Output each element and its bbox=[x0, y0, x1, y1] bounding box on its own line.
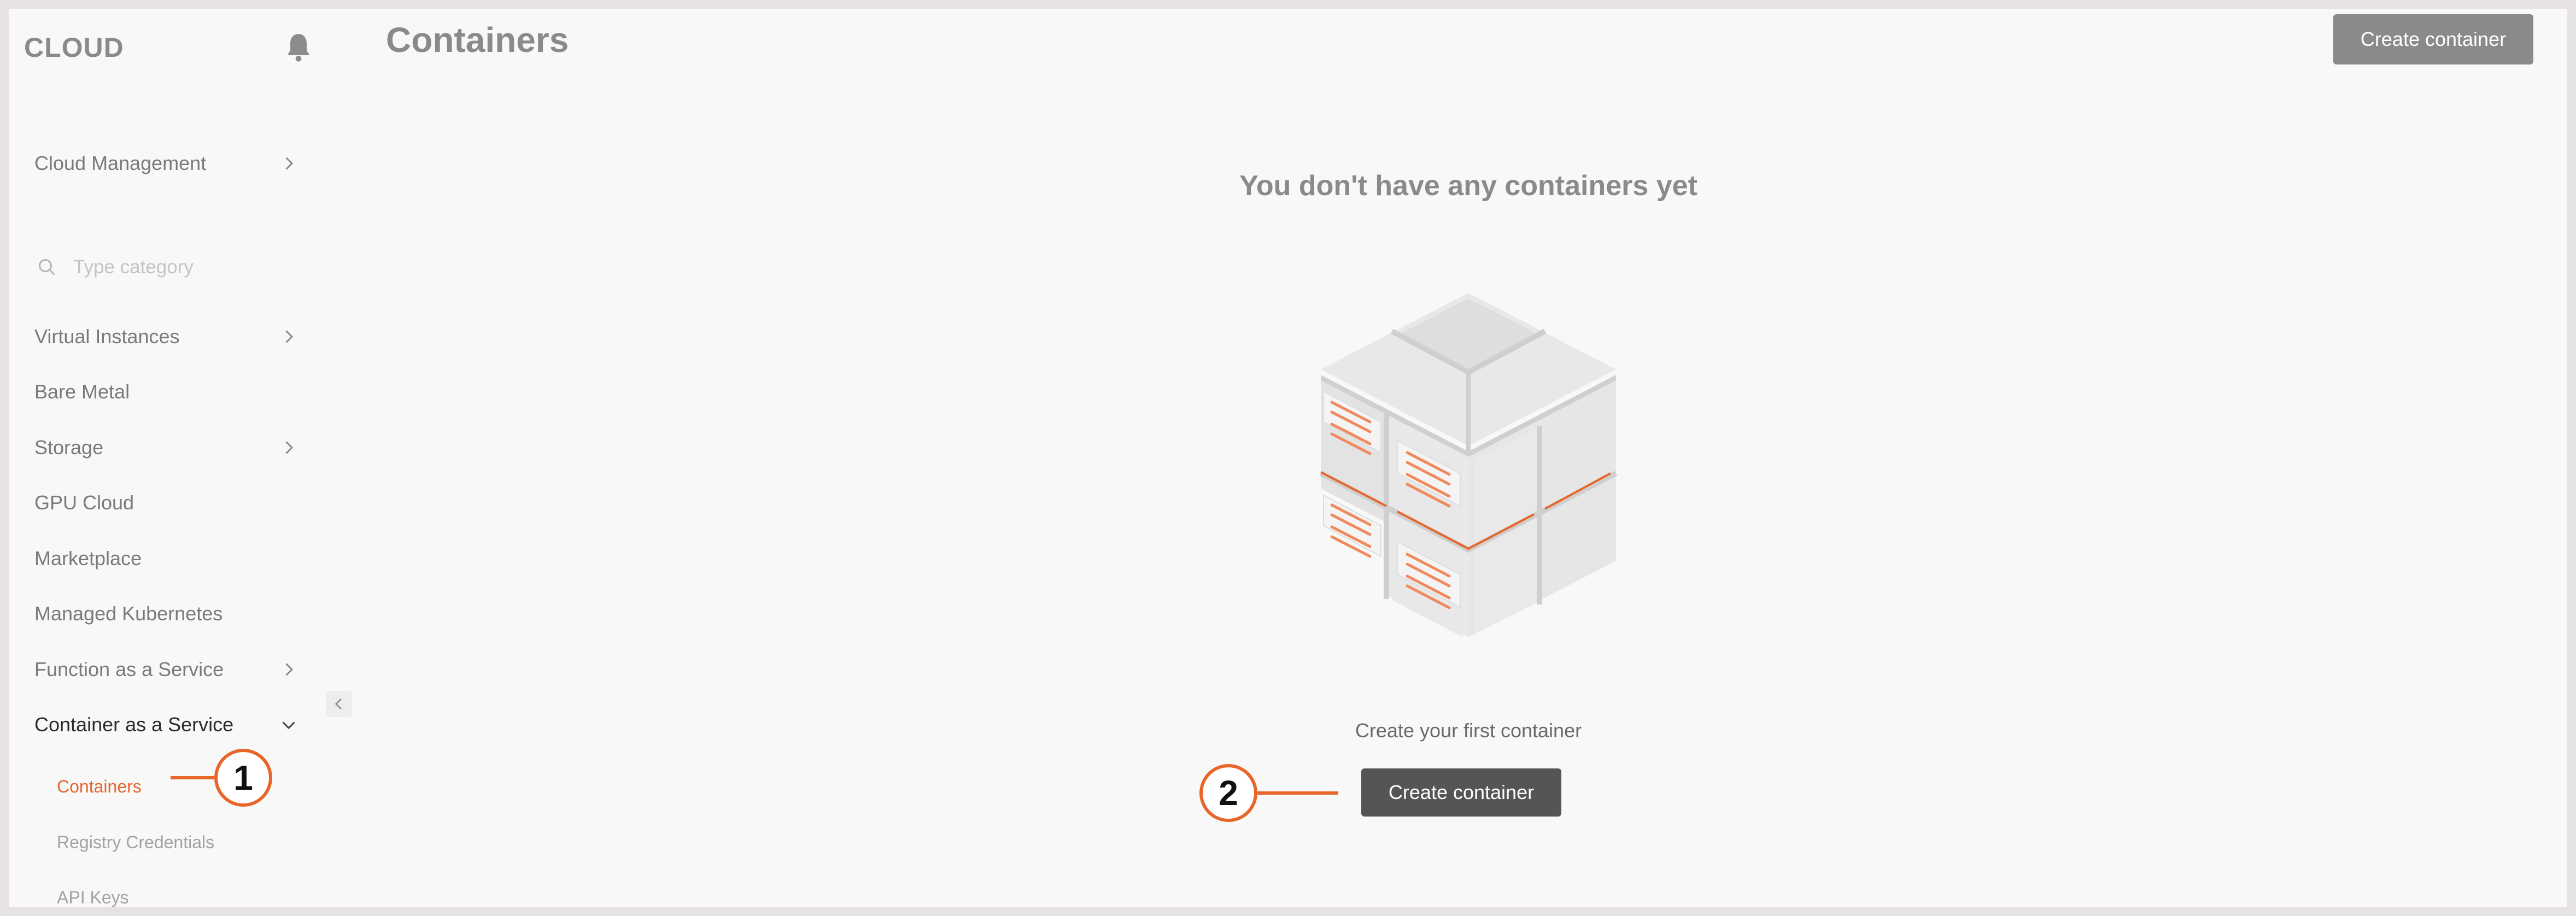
sidebar-item-label: Managed Kubernetes bbox=[34, 602, 223, 625]
sidebar-item-label: Virtual Instances bbox=[34, 325, 180, 348]
sidebar-item-label: Cloud Management bbox=[34, 152, 207, 174]
callout-2: 2 bbox=[1199, 764, 1338, 822]
callout-number: 1 bbox=[214, 749, 272, 807]
chevron-right-icon bbox=[285, 157, 294, 170]
chevron-right-icon bbox=[285, 441, 294, 454]
callout-line bbox=[171, 776, 214, 779]
sidebar-item-managed-kubernetes[interactable]: Managed Kubernetes bbox=[34, 595, 308, 633]
chevron-down-icon bbox=[282, 721, 295, 730]
sidebar-item-label: Function as a Service bbox=[34, 658, 224, 680]
sidebar-item-label: Container as a Service bbox=[34, 713, 234, 736]
sidebar-subitem-registry-credentials[interactable]: Registry Credentials bbox=[57, 826, 214, 859]
chevron-right-icon bbox=[285, 330, 294, 343]
chevron-left-icon bbox=[335, 698, 342, 710]
app-logo: CLOUD bbox=[24, 32, 124, 63]
sidebar-item-label: Storage bbox=[34, 436, 104, 459]
sidebar-item-container-as-a-service[interactable]: Container as a Service bbox=[34, 706, 308, 744]
sidebar-item-label: Marketplace bbox=[34, 547, 142, 569]
search-icon bbox=[39, 259, 55, 275]
category-search bbox=[31, 249, 304, 285]
sidebar-item-virtual-instances[interactable]: Virtual Instances bbox=[34, 318, 308, 356]
create-container-button[interactable]: Create container bbox=[1361, 768, 1561, 817]
chevron-right-icon bbox=[285, 663, 294, 676]
callout-line bbox=[1257, 791, 1338, 795]
sidebar-item-marketplace[interactable]: Marketplace bbox=[34, 539, 308, 578]
sidebar-item-storage[interactable]: Storage bbox=[34, 428, 308, 467]
sidebar-subitem-containers[interactable]: Containers bbox=[57, 770, 142, 803]
callout-1: 1 bbox=[171, 749, 272, 807]
sidebar-subitem-api-keys[interactable]: API Keys bbox=[57, 881, 129, 907]
containers-cube-illustration bbox=[1319, 293, 1618, 637]
sidebar-item-gpu-cloud[interactable]: GPU Cloud bbox=[34, 484, 308, 522]
sidebar-item-cloud-management[interactable]: Cloud Management bbox=[34, 144, 308, 183]
create-container-header-button[interactable]: Create container bbox=[2333, 14, 2533, 64]
sidebar-item-function-as-a-service[interactable]: Function as a Service bbox=[34, 650, 308, 689]
page-title: Containers bbox=[386, 20, 569, 60]
bell-icon[interactable] bbox=[284, 32, 313, 64]
empty-state-subtitle: Create your first container bbox=[1355, 719, 1582, 742]
callout-number: 2 bbox=[1199, 764, 1257, 822]
sidebar-item-bare-metal[interactable]: Bare Metal bbox=[34, 373, 308, 411]
empty-state-title: You don't have any containers yet bbox=[1239, 170, 1697, 202]
sidebar-item-label: Bare Metal bbox=[34, 380, 130, 403]
sidebar-item-label: GPU Cloud bbox=[34, 491, 134, 514]
collapse-sidebar-button[interactable] bbox=[326, 691, 352, 717]
search-input[interactable] bbox=[72, 256, 293, 279]
app-window: CLOUD Cloud Management Virtual Instances… bbox=[9, 9, 2567, 907]
